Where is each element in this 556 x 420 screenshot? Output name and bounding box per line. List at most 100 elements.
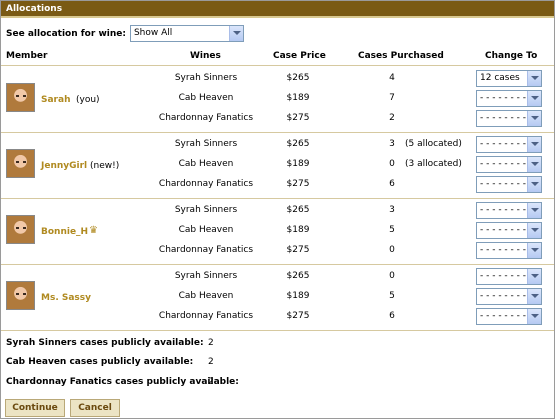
section-divider [1,330,554,331]
member-tag: (you) [76,95,100,105]
change-to-select[interactable]: - - - - - - - - [476,288,542,305]
change-to-value: - - - - - - - - [480,139,527,149]
wine-name: Cab Heaven [178,93,234,103]
case-price: $265 [286,73,310,83]
availability-label: Syrah Sinners cases publicly available: [6,338,204,348]
col-wines: Wines [190,51,221,61]
change-to-value: - - - - - - - - [480,113,527,123]
cases-purchased: 3 [389,205,395,215]
header-divider [1,65,554,66]
chevron-down-icon[interactable] [527,243,541,258]
member-block: Sarah (you) Syrah Sinners $265 4 12 cases Cab … [1,68,554,132]
chevron-down-icon[interactable] [527,203,541,218]
change-to-select[interactable]: - - - - - - - - [476,242,542,259]
change-to-value: - - - - - - - - [480,225,527,235]
col-member: Member [6,51,48,61]
member-block: Bonnie_H ♛ Syrah Sinners $265 3 - - - - - - -… [1,200,554,264]
case-price: $275 [286,179,310,189]
continue-button[interactable]: Continue [5,399,65,417]
col-price: Case Price [273,51,326,61]
wine-name: Syrah Sinners [174,205,238,215]
availability-value: 2 [208,357,214,367]
change-to-value: - - - - - - - - [480,311,527,321]
member-divider [1,132,554,133]
member-name[interactable]: JennyGirl [41,161,87,171]
case-price: $189 [286,159,310,169]
cases-purchased: 4 [389,73,395,83]
chevron-down-icon[interactable] [527,71,541,86]
wine-name: Syrah Sinners [174,73,238,83]
change-to-select[interactable]: - - - - - - - - [476,268,542,285]
wine-name: Syrah Sinners [174,139,238,149]
case-price: $265 [286,271,310,281]
chevron-down-icon[interactable] [527,177,541,192]
crown-icon: ♛ [89,225,98,236]
case-price: $275 [286,311,310,321]
wine-filter-value: Show All [133,28,173,38]
avatar [6,215,35,244]
cancel-button[interactable]: Cancel [70,399,120,417]
change-to-select[interactable]: - - - - - - - - [476,176,542,193]
cases-purchased: 7 [389,93,395,103]
availability-value: 2 [208,377,214,387]
change-to-select[interactable]: - - - - - - - - [476,110,542,127]
change-to-value: - - - - - - - - [480,93,527,103]
wine-filter-row: See allocation for wine: Show All [6,25,244,42]
change-to-select[interactable]: - - - - - - - - [476,90,542,107]
col-change: Change To [485,51,538,61]
chevron-down-icon[interactable] [527,137,541,152]
chevron-down-icon[interactable] [527,91,541,106]
member-name[interactable]: Ms. Sassy [41,293,91,303]
wine-name: Cab Heaven [178,225,234,235]
case-price: $189 [286,225,310,235]
wine-name: Cab Heaven [178,291,234,301]
availability-label: Cab Heaven cases publicly available: [6,357,194,367]
member-name[interactable]: Sarah [41,95,70,105]
availability-value: 2 [208,338,214,348]
allocated-count: (5 allocated) [405,139,462,149]
chevron-down-icon[interactable] [527,289,541,304]
change-to-value: - - - - - - - - [480,245,527,255]
chevron-down-icon[interactable] [228,26,243,41]
case-price: $265 [286,139,310,149]
chevron-down-icon[interactable] [527,269,541,284]
change-to-value: - - - - - - - - [480,159,527,169]
change-to-select[interactable]: - - - - - - - - [476,202,542,219]
cases-purchased: 2 [389,113,395,123]
change-to-value: - - - - - - - - [480,205,527,215]
member-divider [1,198,554,199]
change-to-select[interactable]: - - - - - - - - [476,156,542,173]
member-divider [1,264,554,265]
avatar [6,83,35,112]
member-name[interactable]: Bonnie_H [41,227,88,237]
chevron-down-icon[interactable] [527,309,541,324]
case-price: $265 [286,205,310,215]
change-to-value: - - - - - - - - [480,271,527,281]
table-header: Member Wines Case Price Cases Purchased … [1,51,554,65]
member-block: JennyGirl (new!) Syrah Sinners $265 3 (5 allo… [1,134,554,198]
col-purchased: Cases Purchased [358,51,444,61]
cases-purchased: 5 [389,225,395,235]
chevron-down-icon[interactable] [527,223,541,238]
wine-name: Chardonnay Fanatics [158,179,254,189]
change-to-value: 12 cases [480,73,520,83]
chevron-down-icon[interactable] [527,111,541,126]
wine-filter-select[interactable]: Show All [129,25,244,42]
cases-purchased: 6 [389,179,395,189]
change-to-value: - - - - - - - - [480,179,527,189]
change-to-value: - - - - - - - - [480,291,527,301]
change-to-select[interactable]: 12 cases [476,70,542,87]
member-tag: (new!) [90,161,120,171]
case-price: $189 [286,291,310,301]
avatar [6,281,35,310]
change-to-select[interactable]: - - - - - - - - [476,308,542,325]
case-price: $275 [286,245,310,255]
change-to-select[interactable]: - - - - - - - - [476,136,542,153]
change-to-select[interactable]: - - - - - - - - [476,222,542,239]
avatar [6,149,35,178]
chevron-down-icon[interactable] [527,157,541,172]
wine-name: Chardonnay Fanatics [158,113,254,123]
allocated-count: (3 allocated) [405,159,462,169]
cases-purchased: 0 [389,245,395,255]
case-price: $189 [286,93,310,103]
